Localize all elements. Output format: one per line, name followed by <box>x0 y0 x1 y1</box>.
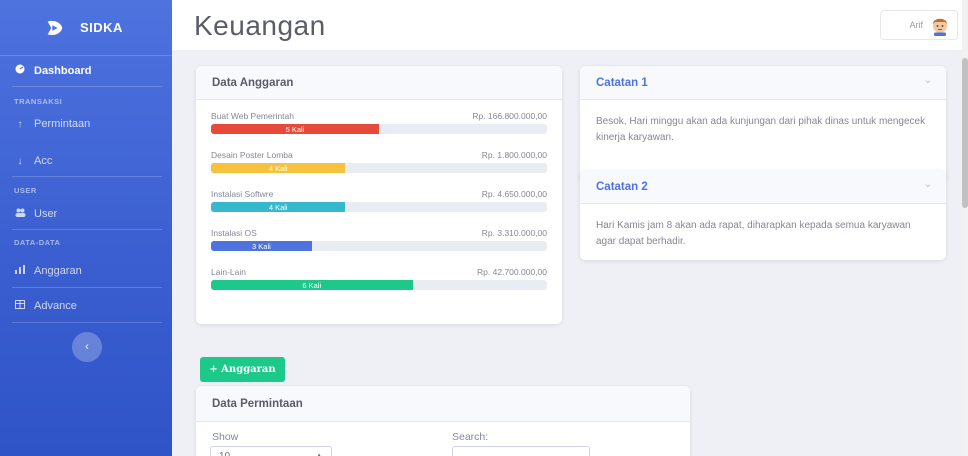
brand-name: SIDKA <box>80 20 123 35</box>
sidebar-item-anggaran[interactable]: Anggaran <box>0 265 172 277</box>
arrow-up-icon: ↑ <box>17 118 23 130</box>
brand[interactable]: SIDKA <box>0 0 172 56</box>
dashboard-icon <box>14 64 26 77</box>
sidebar-toggle-button[interactable]: ‹ <box>72 332 102 362</box>
permintaan-card: Data Permintaan Show 10 ▲ Search: <box>196 386 690 456</box>
sidebar-item-label: Anggaran <box>34 265 82 277</box>
users-icon <box>14 208 26 220</box>
brand-logo-icon <box>47 20 63 35</box>
add-anggaran-button[interactable]: + Anggaran <box>200 357 285 382</box>
permintaan-card-title: Data Permintaan <box>196 386 690 422</box>
progress-track: 4 Kali <box>211 163 547 173</box>
section-transaksi: TRANSAKSI <box>14 97 63 106</box>
budget-name: Desain Poster Lomba <box>211 150 293 160</box>
sidebar-item-label: Advance <box>34 300 77 312</box>
entries-select-value: 10 <box>219 451 230 456</box>
budget-row: Instalasi OS Rp. 3.310.000,00 3 Kali <box>211 228 547 251</box>
progress-track: 3 Kali <box>211 241 547 251</box>
catatan1-text: Besok, Hari minggu akan ada kunjungan da… <box>596 116 926 143</box>
sidebar-item-user[interactable]: User <box>0 208 172 220</box>
progress-track: 4 Kali <box>211 202 547 212</box>
sidebar-divider <box>12 176 162 177</box>
scrollbar-thumb[interactable] <box>962 58 968 208</box>
catatan1-card: Catatan 1 ⌄ Besok, Hari minggu akan ada … <box>580 66 946 182</box>
progress-bar: 6 Kali <box>211 280 413 290</box>
sort-icon: ▲ <box>315 451 323 456</box>
bar-chart-icon <box>14 265 26 277</box>
sidebar-item-label: User <box>34 208 58 220</box>
catatan1-title[interactable]: Catatan 1 <box>580 66 946 100</box>
budget-amount: Rp. 4.650.000,00 <box>481 189 547 199</box>
sidebar-item-label: Acc <box>34 155 53 167</box>
sidebar-divider <box>12 86 162 87</box>
budget-name: Instalasi Softwre <box>211 189 274 199</box>
arrow-down-icon: ↓ <box>17 155 23 167</box>
sidebar-item-dashboard[interactable]: Dashboard <box>0 64 172 77</box>
show-label: Show <box>212 431 239 443</box>
budget-row: Buat Web Pemerintah Rp. 166.800.000,00 5 K… <box>211 111 547 134</box>
budget-row: Desain Poster Lomba Rp. 1.800.000,00 4 Kal… <box>211 150 547 173</box>
budget-name: Lain-Lain <box>211 267 246 277</box>
progress-label: 4 Kali <box>268 202 288 212</box>
progress-track: 6 Kali <box>211 280 547 290</box>
progress-label: 5 Kali <box>285 124 305 134</box>
page-title: Keuangan <box>194 10 326 41</box>
progress-bar: 5 Kali <box>211 124 379 134</box>
chevron-down-icon[interactable]: ⌄ <box>924 179 932 190</box>
catatan2-title[interactable]: Catatan 2 <box>580 170 946 204</box>
catatan2-text: Hari Kamis jam 8 akan ada rapat, diharap… <box>596 220 911 247</box>
anggaran-card: Data Anggaran Buat Web Pemerintah Rp. 166… <box>196 66 562 324</box>
search-label: Search: <box>452 431 489 443</box>
topbar: Keuangan Arif <box>172 0 968 50</box>
sidebar-item-permintaan[interactable]: ↑ Permintaan <box>0 118 172 130</box>
budget-amount: Rp. 3.310.000,00 <box>481 228 547 238</box>
budget-name: Instalasi OS <box>211 228 257 238</box>
entries-select[interactable]: 10 ▲ <box>210 446 332 456</box>
search-input[interactable] <box>452 446 590 456</box>
catatan2-card: Catatan 2 ⌄ Hari Kamis jam 8 akan ada ra… <box>580 170 946 260</box>
sidebar-divider <box>12 322 162 323</box>
progress-bar: 3 Kali <box>211 241 312 251</box>
budget-amount: Rp. 42.700.000,00 <box>477 267 547 277</box>
progress-bar: 4 Kali <box>211 163 346 173</box>
user-menu[interactable]: Arif <box>880 10 958 40</box>
sidebar-item-label: Permintaan <box>34 118 91 130</box>
sidebar-item-acc[interactable]: ↓ Acc <box>0 155 172 167</box>
budget-amount: Rp. 166.800.000,00 <box>472 111 547 121</box>
sidebar-item-label: Dashboard <box>34 64 92 77</box>
section-data: DATA-DATA <box>14 238 61 247</box>
section-user: USER <box>14 186 37 195</box>
chevron-left-icon: ‹ <box>85 341 89 353</box>
user-name: Arif <box>909 20 924 30</box>
budget-amount: Rp. 1.800.000,00 <box>481 150 547 160</box>
sidebar: SIDKA Dashboard TRANSAKSI ↑ Permintaan ↓… <box>0 0 172 456</box>
anggaran-card-title: Data Anggaran <box>196 66 562 100</box>
avatar-icon <box>933 18 947 36</box>
table-icon <box>14 300 26 312</box>
sidebar-divider <box>12 229 162 230</box>
budget-row: Instalasi Softwre Rp. 4.650.000,00 4 Kali <box>211 189 547 212</box>
progress-label: 6 Kali <box>302 280 322 290</box>
sidebar-item-advance[interactable]: Advance <box>0 300 172 312</box>
sidebar-divider <box>12 287 162 288</box>
progress-bar: 4 Kali <box>211 202 346 212</box>
chevron-down-icon[interactable]: ⌄ <box>924 75 932 86</box>
progress-label: 4 Kali <box>268 163 288 173</box>
progress-track: 5 Kali <box>211 124 547 134</box>
budget-row: Lain-Lain Rp. 42.700.000,00 6 Kali <box>211 267 547 290</box>
budget-name: Buat Web Pemerintah <box>211 111 294 121</box>
progress-label: 3 Kali <box>252 241 271 251</box>
